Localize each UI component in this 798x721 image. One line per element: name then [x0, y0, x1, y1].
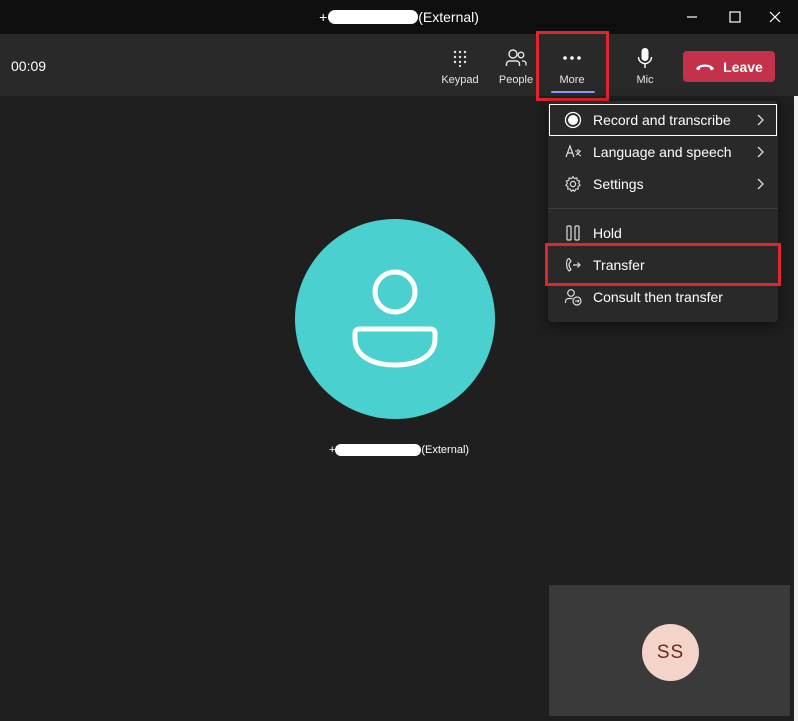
language-icon: [563, 142, 583, 162]
maximize-button[interactable]: [716, 0, 754, 34]
call-timer: 00:09: [11, 58, 47, 74]
pause-icon: [563, 223, 583, 243]
leave-label: Leave: [723, 58, 763, 75]
more-menu: Record and transcribe Language and speec…: [548, 101, 778, 322]
menu-item-label: Hold: [593, 225, 622, 241]
menu-item-record-and-transcribe[interactable]: Record and transcribe: [549, 104, 777, 136]
people-icon: [504, 46, 528, 70]
hang-up-icon: [696, 64, 715, 70]
redacted-number: [328, 10, 419, 24]
menu-item-label: Consult then transfer: [593, 289, 723, 305]
close-icon: [769, 11, 781, 23]
call-controls-bar: 00:09: [0, 34, 798, 96]
record-icon: [563, 110, 583, 130]
keypad-label: Keypad: [441, 74, 479, 86]
keypad-button[interactable]: Keypad: [435, 46, 485, 92]
people-label: People: [498, 74, 534, 86]
title-suffix: (External): [418, 9, 479, 25]
menu-item-consult-then-transfer[interactable]: Consult then transfer: [550, 282, 776, 312]
menu-item-language-and-speech[interactable]: Language and speech: [550, 137, 776, 167]
people-button[interactable]: People: [491, 46, 541, 92]
consult-transfer-icon: [563, 287, 583, 307]
menu-item-label: Settings: [593, 176, 644, 192]
close-button[interactable]: [756, 0, 794, 34]
gear-icon: [563, 174, 583, 194]
mic-label: Mic: [636, 74, 654, 86]
background-window-edge: [794, 96, 798, 721]
chevron-right-icon: [757, 178, 764, 190]
title-bar: + (External): [0, 0, 798, 34]
leave-button[interactable]: Leave: [683, 51, 775, 82]
mic-button[interactable]: Mic: [620, 46, 670, 92]
caller-suffix: (External): [421, 444, 470, 456]
person-icon: [352, 269, 438, 368]
redacted-number: [335, 444, 422, 456]
menu-separator: [548, 208, 778, 209]
mic-icon: [633, 46, 657, 70]
chevron-right-icon: [757, 146, 764, 158]
more-highlight-box: [536, 31, 609, 101]
chevron-right-icon: [757, 114, 764, 126]
minimize-icon: [687, 16, 697, 18]
maximize-icon: [729, 11, 741, 23]
menu-item-label: Record and transcribe: [593, 112, 731, 128]
caller-name: + (External): [0, 444, 798, 456]
menu-item-settings[interactable]: Settings: [550, 169, 776, 199]
transfer-highlight-box: [545, 243, 781, 286]
title-prefix: +: [319, 9, 328, 25]
caller-avatar: [295, 219, 495, 419]
self-view-tile: SS: [549, 585, 790, 716]
self-avatar: SS: [642, 624, 699, 681]
menu-item-label: Language and speech: [593, 144, 732, 160]
keypad-icon: [448, 46, 472, 70]
minimize-button[interactable]: [673, 0, 711, 34]
